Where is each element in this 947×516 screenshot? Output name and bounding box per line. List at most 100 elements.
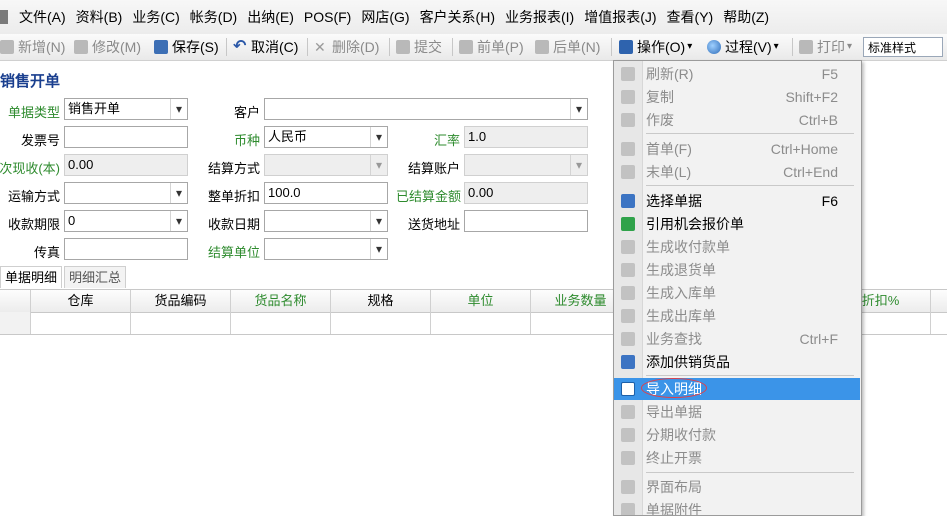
- menu-item-label: 生成收付款单: [646, 239, 730, 255]
- operate-icon: [619, 40, 633, 54]
- menu-item-label: 末单(L): [646, 164, 692, 180]
- cell-unit[interactable]: [431, 312, 531, 334]
- menu-item-shortcut: Ctrl+End: [783, 164, 838, 180]
- menu-item-quote-ref[interactable]: 引用机会报价单: [614, 213, 860, 235]
- menu-cashier[interactable]: 出纳(E): [242, 0, 299, 34]
- menu-item-last[interactable]: 末单(L) Ctrl+End: [614, 161, 860, 183]
- menu-item-export-doc[interactable]: 导出单据: [614, 401, 860, 423]
- doc-type-select[interactable]: 销售开单: [64, 98, 188, 120]
- menu-accounts[interactable]: 帐务(D): [185, 0, 242, 34]
- menu-help[interactable]: 帮助(Z): [718, 0, 774, 34]
- menu-item-gen-outbound[interactable]: 生成出库单: [614, 305, 860, 327]
- menu-item-installments[interactable]: 分期收付款: [614, 424, 860, 446]
- menu-item-first[interactable]: 首单(F) Ctrl+Home: [614, 138, 860, 160]
- menu-data[interactable]: 资料(B): [71, 0, 128, 34]
- menu-webstore[interactable]: 网店(G): [356, 0, 414, 34]
- menu-item-copy[interactable]: 复制 Shift+F2: [614, 86, 860, 108]
- refresh-icon: [621, 67, 635, 81]
- column-item-name[interactable]: 货品名称: [231, 290, 331, 312]
- process-menu-button[interactable]: 过程(V) ▾: [707, 34, 779, 60]
- last-record-icon: [621, 165, 635, 179]
- fax-label: 传真: [33, 245, 60, 260]
- customer-select[interactable]: [264, 98, 588, 120]
- settle-unit-label: 结算单位: [207, 245, 260, 260]
- currency-label: 币种: [233, 133, 260, 148]
- menu-item-gen-inbound[interactable]: 生成入库单: [614, 282, 860, 304]
- cell-item-name[interactable]: [231, 312, 331, 334]
- menu-separator: [646, 133, 854, 134]
- menu-item-select-doc[interactable]: 选择单据 F6: [614, 190, 860, 212]
- payment-icon: [621, 240, 635, 254]
- settle-method-select[interactable]: [264, 154, 388, 176]
- delete-button[interactable]: ✕ 删除(D): [314, 34, 379, 60]
- menu-item-label: 界面布局: [646, 479, 702, 495]
- menu-item-find[interactable]: 业务查找 Ctrl+F: [614, 328, 860, 350]
- first-record-icon: [621, 142, 635, 156]
- cell-warehouse[interactable]: [31, 312, 131, 334]
- menu-item-void[interactable]: 作废 Ctrl+B: [614, 109, 860, 131]
- process-label: 过程(V): [725, 39, 772, 55]
- menu-item-stop-invoicing[interactable]: 终止开票: [614, 447, 860, 469]
- menu-crm[interactable]: 客户关系(H): [415, 0, 500, 34]
- menu-pos[interactable]: POS(F): [299, 0, 356, 34]
- menu-item-gen-payment[interactable]: 生成收付款单: [614, 236, 860, 258]
- print-style-select[interactable]: 标准样式: [863, 37, 943, 57]
- menu-item-gen-return[interactable]: 生成退货单: [614, 259, 860, 281]
- settle-account-label: 结算账户: [407, 161, 460, 176]
- operate-dropdown-menu: 刷新(R) F5 复制 Shift+F2 作废 Ctrl+B 首单(F) Ctr…: [613, 60, 862, 516]
- delete-label: 删除(D): [332, 39, 380, 55]
- currency-select[interactable]: 人民币: [264, 126, 388, 148]
- discount-input[interactable]: 100.0: [264, 182, 388, 204]
- menu-item-import-details[interactable]: 导入明细: [614, 378, 860, 400]
- settle-unit-select[interactable]: [264, 238, 388, 260]
- column-warehouse[interactable]: 仓库: [31, 290, 131, 312]
- menu-item-label: 单据附件: [646, 502, 702, 516]
- app-system-icon[interactable]: [0, 10, 8, 24]
- payment-date-select[interactable]: [264, 210, 388, 232]
- new-button[interactable]: 新增(N): [0, 34, 65, 60]
- delivery-address-input[interactable]: [464, 210, 588, 232]
- column-spec[interactable]: 规格: [331, 290, 431, 312]
- new-label: 新增(N): [18, 39, 66, 55]
- menu-item-label: 添加供销货品: [646, 354, 730, 370]
- menu-business[interactable]: 业务(C): [127, 0, 184, 34]
- toolbar-separator: [226, 38, 227, 56]
- quote-ref-icon: [621, 217, 635, 231]
- modify-button[interactable]: 修改(M): [74, 34, 141, 60]
- cell-spec[interactable]: [331, 312, 431, 334]
- payment-term-select[interactable]: 0: [64, 210, 188, 232]
- tab-doc-details[interactable]: 单据明细: [0, 266, 63, 288]
- fax-input[interactable]: [64, 238, 188, 260]
- column-unit[interactable]: 单位: [431, 290, 531, 312]
- find-icon: [621, 332, 635, 346]
- chevron-down-icon: ▾: [687, 41, 693, 52]
- menu-item-attachments[interactable]: 单据附件: [614, 499, 860, 516]
- cancel-button[interactable]: ↶ 取消(C): [233, 34, 298, 60]
- tab-detail-summary[interactable]: 明细汇总: [64, 266, 127, 288]
- operate-menu-button[interactable]: 操作(O) ▾: [619, 34, 692, 60]
- invoice-no-input[interactable]: [64, 126, 188, 148]
- modify-label: 修改(M): [92, 39, 141, 55]
- save-button[interactable]: 保存(S): [154, 34, 219, 60]
- menu-item-add-supply-goods[interactable]: 添加供销货品: [614, 351, 860, 373]
- submit-button[interactable]: 提交: [396, 34, 442, 60]
- menu-item-shortcut: Ctrl+Home: [770, 141, 838, 157]
- menu-business-reports[interactable]: 业务报表(I): [500, 0, 579, 34]
- next-doc-button[interactable]: 后单(N): [535, 34, 600, 60]
- column-item-code[interactable]: 货品编码: [131, 290, 231, 312]
- menu-item-label: 作废: [646, 112, 674, 128]
- menu-view[interactable]: 查看(Y): [662, 0, 719, 34]
- menu-item-label: 复制: [646, 89, 674, 105]
- menu-value-reports[interactable]: 增值报表(J): [579, 0, 661, 34]
- delivery-address-label: 送货地址: [407, 217, 460, 232]
- settle-account-select[interactable]: [464, 154, 588, 176]
- menu-file[interactable]: 文件(A): [14, 0, 71, 34]
- cell-item-code[interactable]: [131, 312, 231, 334]
- menu-item-refresh[interactable]: 刷新(R) F5: [614, 63, 860, 85]
- prev-doc-button[interactable]: 前单(P): [459, 34, 524, 60]
- menu-item-layout[interactable]: 界面布局: [614, 476, 860, 498]
- menu-item-shortcut: F6: [821, 193, 838, 209]
- layout-icon: [621, 480, 635, 494]
- transport-select[interactable]: [64, 182, 188, 204]
- print-button[interactable]: 打印 ▾: [799, 34, 852, 60]
